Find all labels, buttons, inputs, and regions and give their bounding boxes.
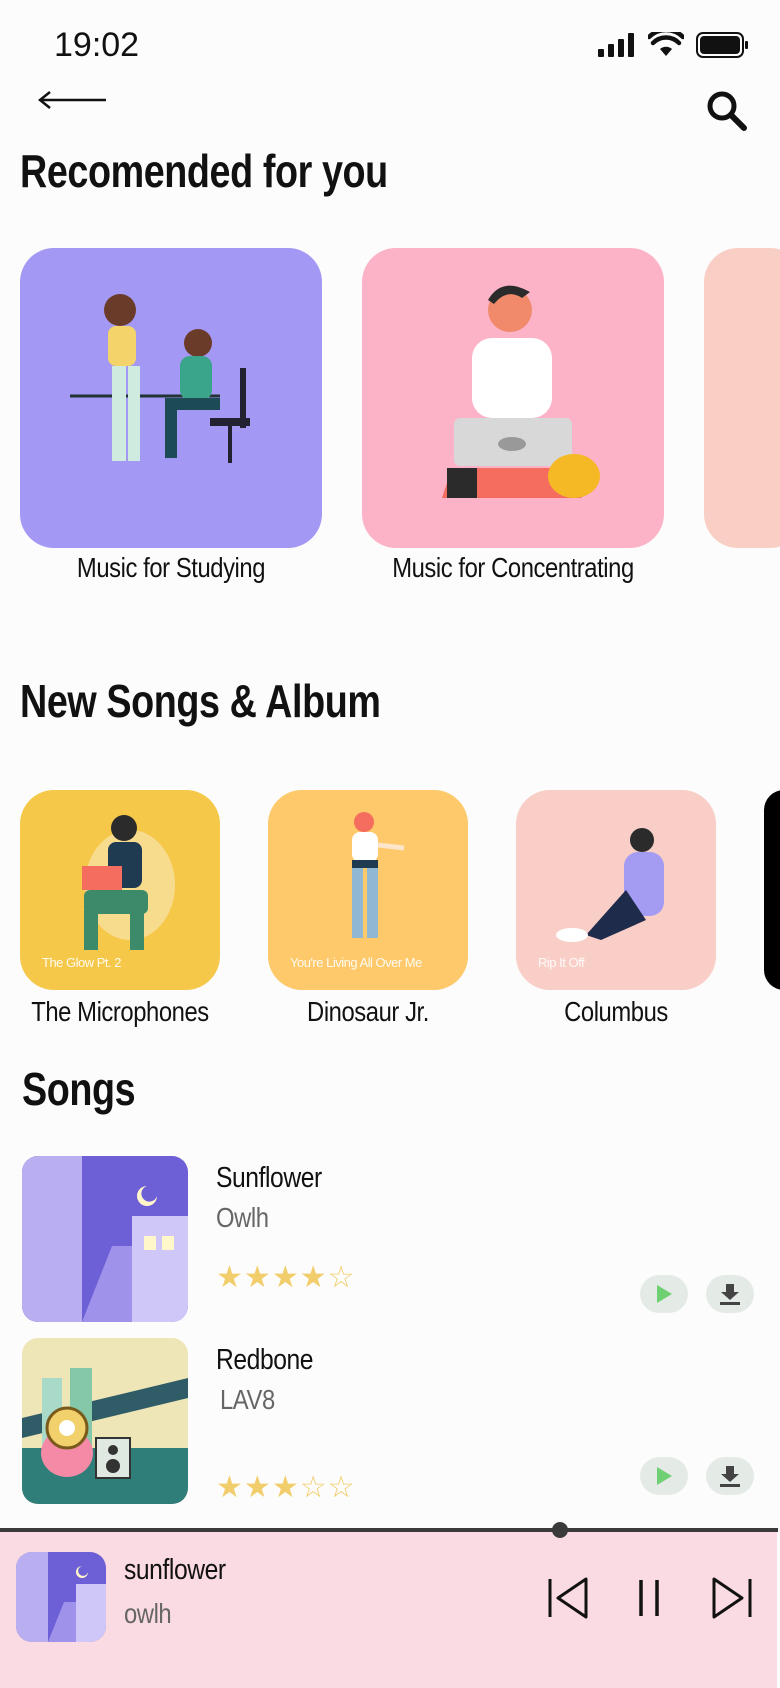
star-icon: ★ xyxy=(216,1261,244,1294)
star-icon: ★ xyxy=(216,1471,244,1504)
album-art-sunflower xyxy=(22,1156,188,1322)
studying-illustration xyxy=(70,294,250,463)
rec-card-studying-label: Music for Studying xyxy=(76,552,266,583)
pause-icon xyxy=(639,1580,659,1616)
next-button[interactable] xyxy=(710,1576,754,1625)
star-outline-icon: ☆ xyxy=(327,1261,356,1294)
progress-handle[interactable] xyxy=(552,1522,568,1538)
album-art-sunflower-small xyxy=(16,1552,106,1642)
rec-card-concentrating[interactable] xyxy=(362,248,664,548)
song-artist: Owlh xyxy=(216,1202,269,1233)
rating-stars: ★★★★☆ xyxy=(216,1260,356,1295)
recommended-title: Recomended for you xyxy=(20,145,388,197)
song-thumb-redbone[interactable] xyxy=(22,1338,188,1504)
play-button[interactable] xyxy=(640,1457,688,1495)
album-subtitle: Rip It Off xyxy=(538,955,585,970)
songs-title: Songs xyxy=(22,1063,136,1115)
rec-card-partial[interactable] xyxy=(704,248,780,548)
play-icon xyxy=(657,1467,672,1485)
download-button[interactable] xyxy=(706,1457,754,1495)
star-icon: ★ xyxy=(299,1261,328,1294)
progress-bar[interactable] xyxy=(0,1528,778,1532)
star-outline-icon: ☆ xyxy=(327,1471,356,1504)
song-artist: LAV8 xyxy=(220,1384,275,1415)
search-icon xyxy=(707,91,747,131)
skip-next-icon xyxy=(712,1577,752,1619)
star-icon: ★ xyxy=(271,1471,300,1504)
status-icons xyxy=(598,32,750,58)
song-title: Sunflower xyxy=(216,1162,322,1194)
album-card-microphones[interactable]: The Glow Pt. 2 xyxy=(20,790,220,990)
song-title: Redbone xyxy=(216,1344,314,1376)
back-button[interactable] xyxy=(36,86,108,119)
star-icon: ★ xyxy=(243,1261,272,1294)
album-subtitle: You're Living All Over Me xyxy=(290,955,422,970)
wifi-icon xyxy=(648,32,684,56)
album-card-dinosaur[interactable]: You're Living All Over Me xyxy=(268,790,468,990)
battery-icon xyxy=(696,32,748,58)
arrow-left-icon xyxy=(37,91,106,109)
concentrating-illustration xyxy=(442,285,600,498)
now-playing-title: sunflower xyxy=(124,1554,226,1586)
album-label-microphones: The Microphones xyxy=(31,996,209,1027)
previous-button[interactable] xyxy=(546,1576,590,1625)
status-time: 19:02 xyxy=(54,26,140,64)
download-icon xyxy=(720,1466,740,1487)
album-card-columbus[interactable]: Rip It Off xyxy=(516,790,716,990)
album-subtitle: The Glow Pt. 2 xyxy=(42,955,121,970)
star-icon: ★ xyxy=(243,1471,272,1504)
play-icon xyxy=(657,1285,672,1303)
pause-button[interactable] xyxy=(636,1576,662,1625)
star-icon: ★ xyxy=(271,1261,300,1294)
album-card-partial[interactable] xyxy=(764,790,780,990)
download-button[interactable] xyxy=(706,1275,754,1313)
skip-previous-icon xyxy=(548,1577,588,1619)
now-playing-thumb[interactable] xyxy=(16,1552,106,1642)
rating-stars: ★★★☆☆ xyxy=(216,1470,356,1505)
new-songs-title: New Songs & Album xyxy=(20,675,381,727)
album-label-dinosaur: Dinosaur Jr. xyxy=(307,996,429,1027)
rec-card-concentrating-label: Music for Concentrating xyxy=(392,552,634,583)
song-thumb-sunflower[interactable] xyxy=(22,1156,188,1322)
download-icon xyxy=(720,1284,740,1305)
search-button[interactable] xyxy=(706,90,748,137)
now-playing-artist: owlh xyxy=(124,1598,172,1629)
rec-card-studying[interactable] xyxy=(20,248,322,548)
star-outline-icon: ☆ xyxy=(299,1471,328,1504)
album-art-redbone xyxy=(22,1338,188,1504)
album-label-columbus: Columbus xyxy=(564,996,668,1027)
play-button[interactable] xyxy=(640,1275,688,1313)
signal-icon xyxy=(598,33,634,57)
